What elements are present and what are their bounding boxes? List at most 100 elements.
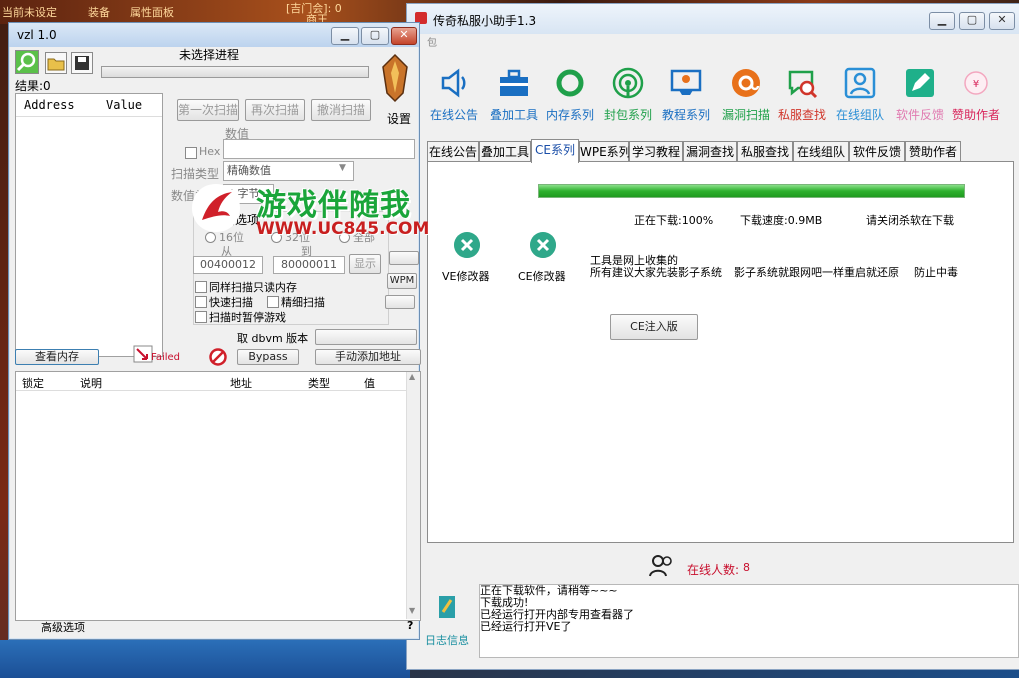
small-button[interactable] <box>389 251 419 265</box>
prohibit-icon[interactable] <box>209 348 227 366</box>
tab-server-find[interactable]: 私服查找 <box>737 141 793 162</box>
save-button[interactable] <box>71 52 93 74</box>
column-header-value[interactable]: 值 <box>364 375 375 391</box>
scan-progress-bar <box>101 66 369 78</box>
folder-icon <box>47 58 65 71</box>
hex-checkbox[interactable] <box>185 147 197 159</box>
ce-inject-button[interactable]: CE注入版 <box>610 314 698 340</box>
helper-window: 传奇私服小助手1.3 ▁ ▢ ✕ 包 在线公告 叠加工具 内存系列 封包系列 教… <box>406 3 1019 670</box>
scroll-up-icon[interactable]: ▲ <box>409 372 415 381</box>
close-button[interactable]: ✕ <box>989 12 1015 30</box>
address-table[interactable]: 锁定 说明 地址 类型 值 ▲ ▼ <box>15 371 421 621</box>
team-icon <box>844 67 876 99</box>
column-header-address[interactable]: 地址 <box>230 375 252 391</box>
watermark-logo-icon <box>192 184 240 232</box>
settings-logo-icon[interactable] <box>377 53 413 103</box>
column-header-value[interactable]: Value <box>106 98 142 112</box>
icon-label: 私服查找 <box>777 108 826 122</box>
scan-type-select[interactable]: 精确数值 <box>223 161 354 181</box>
minimize-button[interactable]: ▁ <box>331 27 359 45</box>
ce-tool-button[interactable]: CE修改器 <box>518 232 566 283</box>
icon-online-team[interactable]: 在线组队 <box>831 66 889 123</box>
results-list[interactable]: Address Value <box>15 93 163 357</box>
tab-vuln-find[interactable]: 漏洞查找 <box>683 141 737 162</box>
tab-wpe-series[interactable]: WPE系列 <box>579 141 631 162</box>
chevron-down-icon[interactable]: ▼ <box>339 163 346 173</box>
first-scan-button[interactable]: 第一次扫描 <box>177 99 239 121</box>
icon-label: 内存系列 <box>545 108 594 122</box>
online-count-label: 在线人数: <box>687 563 740 577</box>
tab-overlay-tool[interactable]: 叠加工具 <box>479 141 531 162</box>
maximize-button[interactable]: ▢ <box>361 27 389 45</box>
help-link[interactable]: ? <box>407 619 413 632</box>
log-icon <box>439 596 455 618</box>
column-header-address[interactable]: Address <box>24 98 75 112</box>
wrench-icon <box>530 232 556 258</box>
icon-overlay-tool[interactable]: 叠加工具 <box>485 66 543 123</box>
bypass-button[interactable]: Bypass <box>237 349 299 365</box>
icon-feedback[interactable]: 软件反馈 <box>891 66 949 123</box>
fine-scan-checkbox[interactable] <box>267 296 279 308</box>
icon-packet-series[interactable]: 封包系列 <box>599 66 657 123</box>
to-address-input[interactable]: 80000011 <box>273 256 345 274</box>
dbvm-button[interactable] <box>315 329 417 345</box>
open-file-button[interactable] <box>45 52 67 74</box>
option-label: 精细扫描 <box>281 296 325 309</box>
icon-memory-series[interactable]: 内存系列 <box>541 66 599 123</box>
icon-label: 赞助作者 <box>951 108 1000 122</box>
tab-learning[interactable]: 学习教程 <box>629 141 683 162</box>
manual-add-address-button[interactable]: 手动添加地址 <box>315 349 421 365</box>
arrow-icon <box>133 345 153 363</box>
readonly-scan-checkbox[interactable] <box>195 281 207 293</box>
table-scrollbar[interactable]: ▲ ▼ <box>406 372 420 619</box>
close-button[interactable]: ✕ <box>391 27 417 45</box>
log-panel[interactable]: 正在下载软件，请稍等~~~ 下载成功! 已经运行打开内部专用查看器了 已经运行打… <box>479 584 1019 658</box>
game-text: 属性面板 <box>130 6 174 19</box>
icon-sponsor[interactable]: ¥ 赞助作者 <box>947 66 1005 123</box>
pause-game-checkbox[interactable] <box>195 311 207 323</box>
log-line: 已经运行打开VE了 <box>480 620 572 633</box>
undo-scan-button[interactable]: 撤消扫描 <box>311 99 371 121</box>
tab-announcement[interactable]: 在线公告 <box>427 141 479 162</box>
column-header-type[interactable]: 类型 <box>308 375 330 391</box>
scroll-down-icon[interactable]: ▼ <box>409 606 415 615</box>
online-count: 8 <box>743 561 750 574</box>
minimize-button[interactable]: ▁ <box>929 12 955 30</box>
icon-announcement[interactable]: 在线公告 <box>425 66 483 123</box>
title-bar[interactable]: 传奇私服小助手1.3 ▁ ▢ ✕ <box>407 4 1019 34</box>
show-button[interactable]: 显示 <box>349 254 381 274</box>
option-label: 扫描时暂停游戏 <box>209 311 286 324</box>
settings-label: 设置 <box>387 112 412 126</box>
open-process-button[interactable] <box>15 50 39 74</box>
fast-scan-checkbox[interactable] <box>195 296 207 308</box>
tab-online-team[interactable]: 在线组队 <box>793 141 849 162</box>
view-memory-button[interactable]: 查看内存 <box>15 349 99 365</box>
value-input[interactable] <box>223 139 415 159</box>
dbvm-label: 取 dbvm 版本 <box>237 332 309 345</box>
icon-tutorial-series[interactable]: 教程系列 <box>657 66 715 123</box>
advanced-options-link[interactable]: 高级选项 <box>41 619 85 635</box>
from-address-input[interactable]: 00400012 <box>193 256 263 274</box>
ve-tool-button[interactable]: VE修改器 <box>442 232 489 283</box>
icon-label: 漏洞扫描 <box>721 108 770 122</box>
icon-vuln-scan[interactable]: 漏洞扫描 <box>717 66 775 123</box>
monitor-icon <box>670 69 702 95</box>
tab-ce-series[interactable]: CE系列 <box>531 139 579 163</box>
wrench-icon <box>454 232 480 258</box>
title-bar[interactable]: vzl 1.0 ▁ ▢ ✕ <box>9 23 419 47</box>
menu-item[interactable]: 包 <box>427 34 437 49</box>
column-header-lock[interactable]: 锁定 <box>22 375 44 391</box>
svg-text:¥: ¥ <box>973 79 979 90</box>
info-text: 防止中毒 <box>914 266 958 279</box>
log-label: 日志信息 <box>425 634 469 647</box>
wpm-button[interactable]: WPM <box>387 273 417 289</box>
tab-sponsor[interactable]: 赞助作者 <box>905 141 961 162</box>
window-title: 传奇私服小助手1.3 <box>433 14 537 28</box>
column-header-description[interactable]: 说明 <box>80 375 102 391</box>
tab-feedback[interactable]: 软件反馈 <box>849 141 905 162</box>
maximize-button[interactable]: ▢ <box>959 12 985 30</box>
small-button[interactable] <box>385 295 415 309</box>
next-scan-button[interactable]: 再次扫描 <box>245 99 305 121</box>
header-divider <box>16 116 162 117</box>
icon-server-search[interactable]: 私服查找 <box>773 66 831 123</box>
